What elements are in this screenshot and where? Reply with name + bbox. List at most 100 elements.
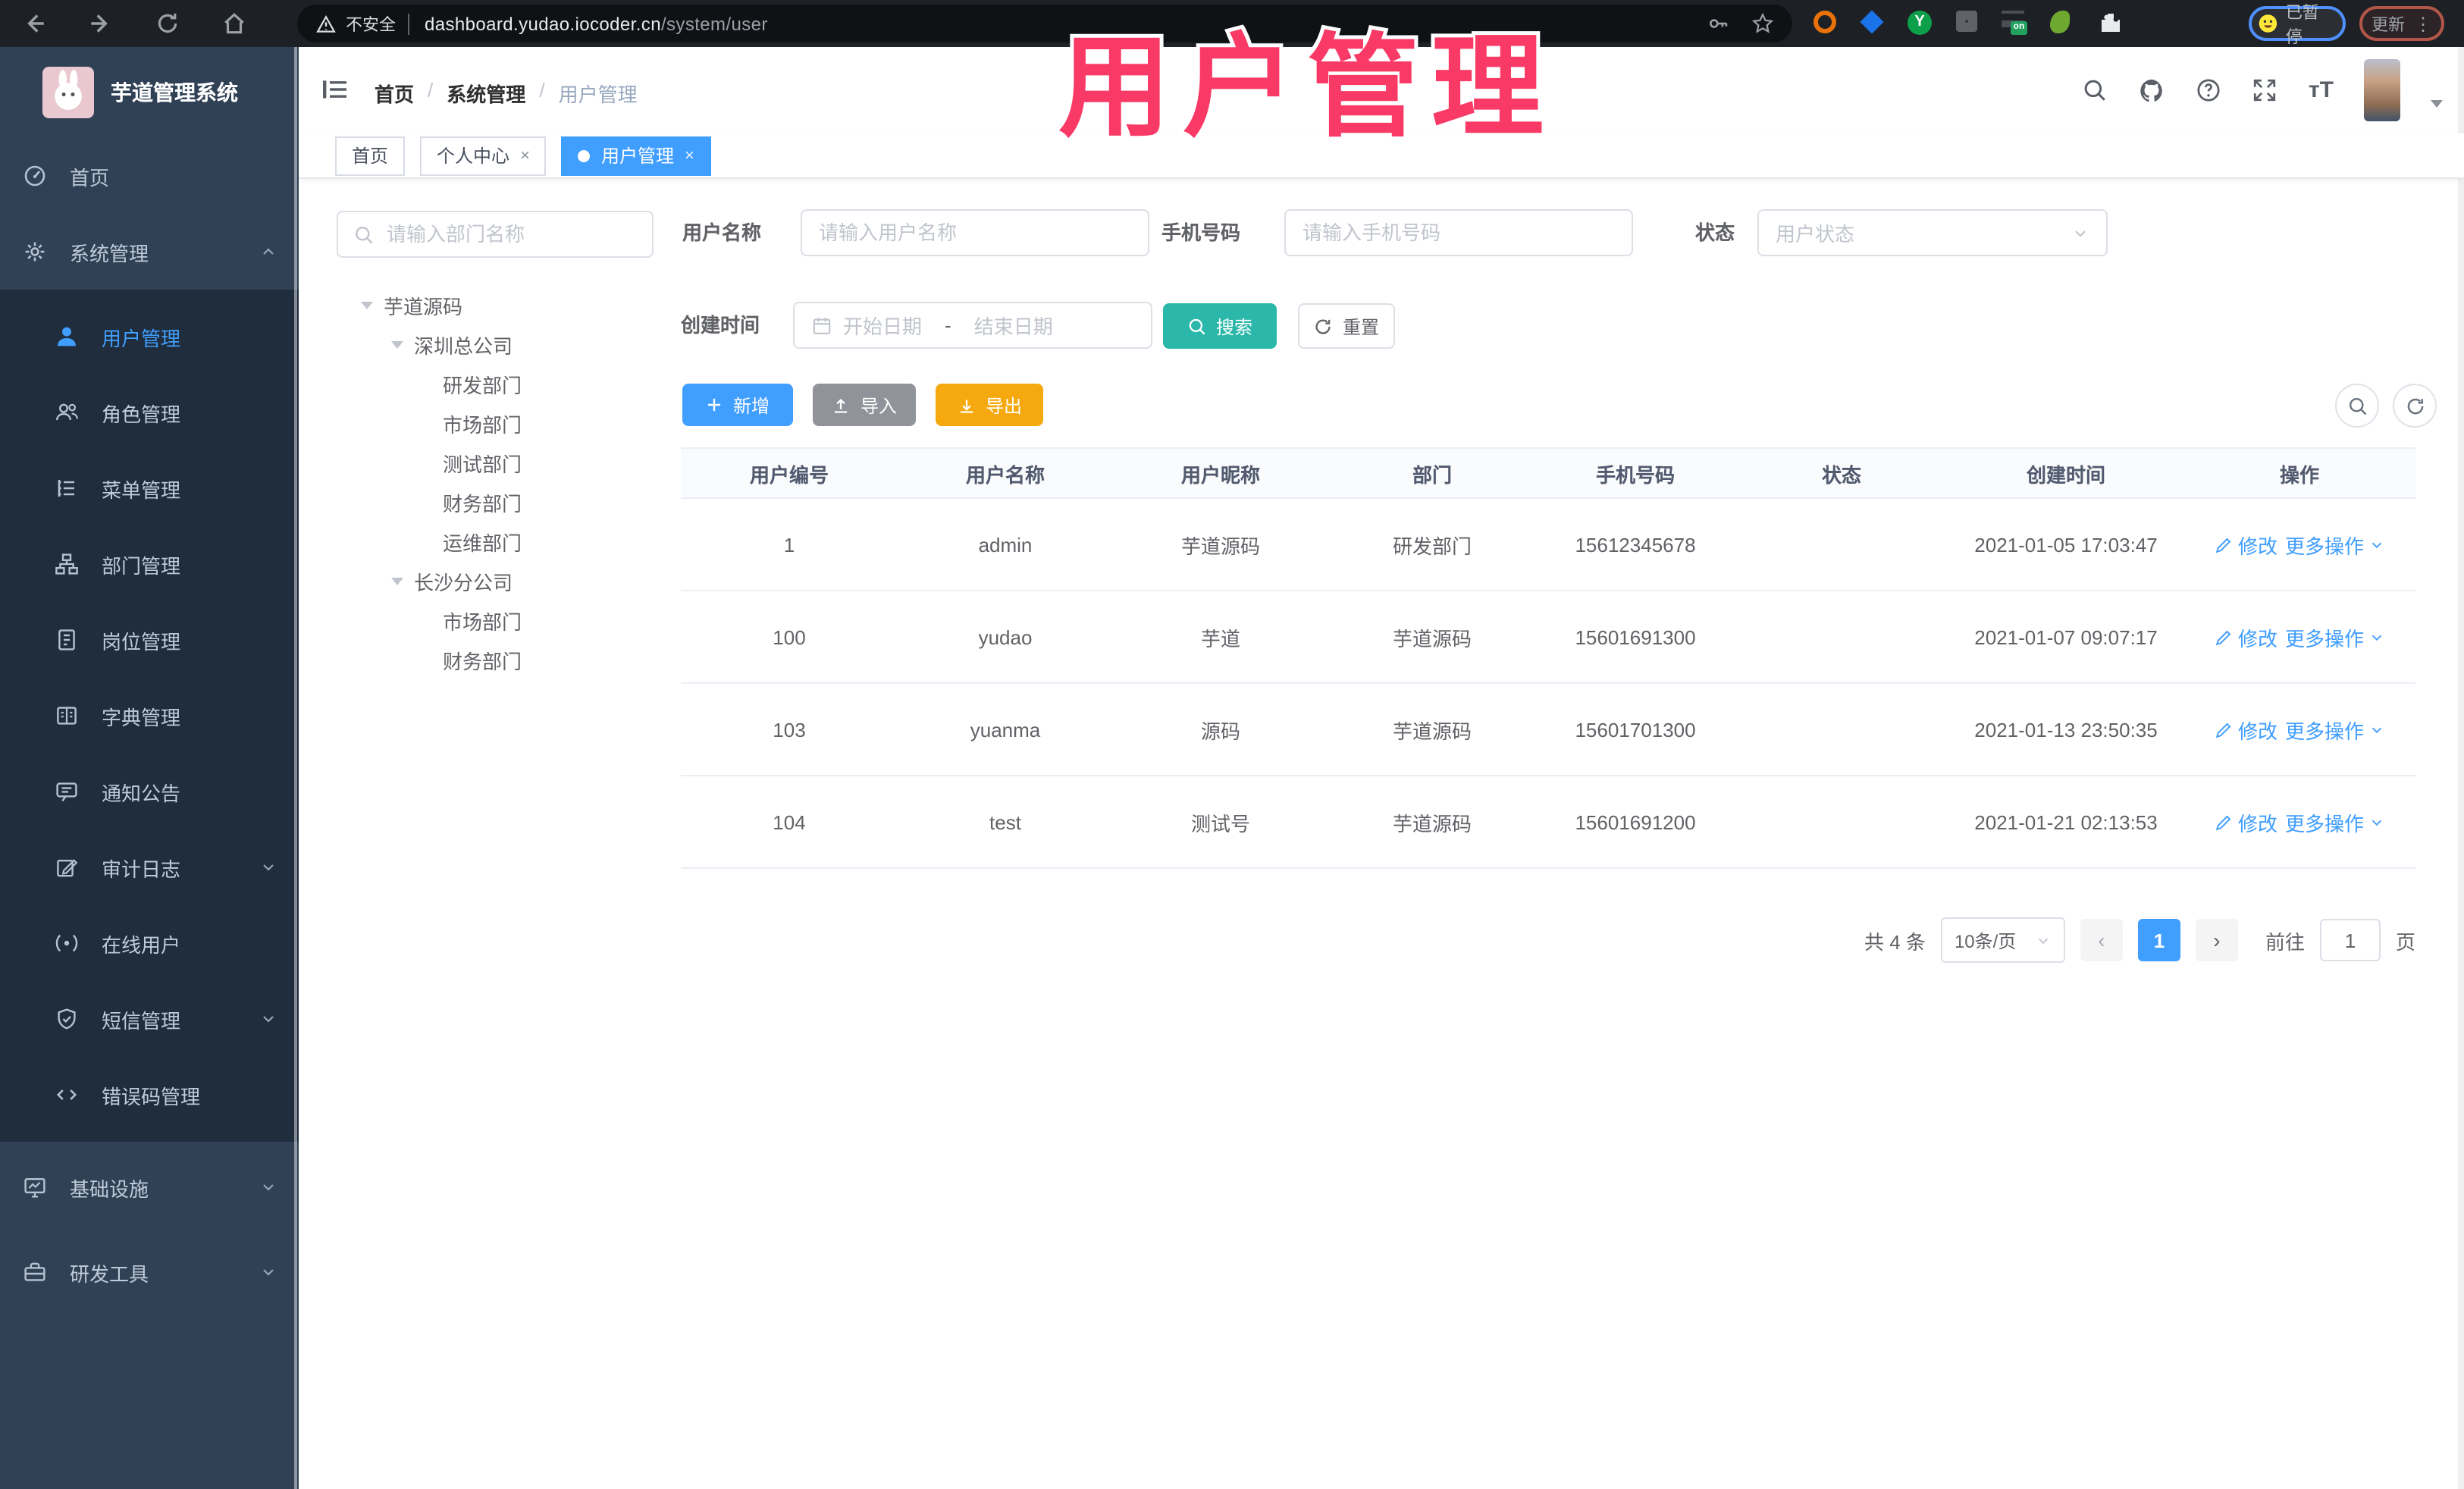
app-logo-row[interactable]: 芋道管理系统 bbox=[0, 47, 299, 138]
tree-node-market-dept2[interactable]: 市场部门 bbox=[337, 600, 678, 640]
extension-grid-icon[interactable] bbox=[1956, 11, 1977, 32]
sidebar-item-post-mgmt[interactable]: 岗位管理 bbox=[0, 602, 299, 678]
bookmark-star-icon[interactable] bbox=[1751, 12, 1774, 35]
tree-node-root[interactable]: 芋道源码 bbox=[337, 285, 678, 324]
username-field[interactable] bbox=[801, 209, 1149, 256]
current-page-button[interactable]: 1 bbox=[2137, 919, 2180, 961]
browser-reload-icon[interactable] bbox=[155, 11, 180, 36]
browser-profile-chip[interactable]: 已暂停 bbox=[2249, 4, 2346, 46]
prev-page-button[interactable]: ‹ bbox=[2080, 919, 2123, 961]
breadcrumb-system[interactable]: 系统管理 bbox=[447, 79, 525, 108]
sidebar-item-audit-log[interactable]: 审计日志 bbox=[0, 829, 299, 905]
tab-home[interactable]: 首页 bbox=[335, 136, 406, 175]
tree-node-shenzhen[interactable]: 深圳总公司 bbox=[337, 324, 678, 364]
help-icon[interactable] bbox=[2196, 77, 2222, 103]
cell-mobile: 15612345678 bbox=[1575, 533, 1696, 556]
reset-button[interactable]: 重置 bbox=[1298, 303, 1395, 349]
dept-search-input[interactable] bbox=[387, 223, 614, 246]
sidebar-item-system[interactable]: 系统管理 bbox=[0, 214, 299, 290]
tab-close-icon[interactable]: × bbox=[520, 146, 530, 165]
edit-link[interactable]: 修改 bbox=[2214, 715, 2277, 744]
browser-back-icon[interactable] bbox=[21, 11, 47, 36]
sidebar-item-label: 错误码管理 bbox=[102, 1085, 201, 1108]
sidebar-scrollbar[interactable] bbox=[294, 47, 297, 1489]
dept-search-box[interactable] bbox=[337, 211, 654, 258]
cell-username: admin bbox=[978, 533, 1033, 556]
tree-expand-icon[interactable] bbox=[391, 340, 403, 348]
tree-expand-icon[interactable] bbox=[391, 577, 403, 585]
edit-link[interactable]: 修改 bbox=[2214, 530, 2277, 559]
avatar-caret-down-icon[interactable] bbox=[2431, 100, 2443, 108]
fullscreen-icon[interactable] bbox=[2252, 77, 2278, 103]
tab-close-icon[interactable]: × bbox=[685, 146, 694, 165]
browser-update-button[interactable]: 更新 ⋮ bbox=[2359, 6, 2444, 41]
sidebar-item-online-users[interactable]: 在线用户 bbox=[0, 905, 299, 981]
extensions-puzzle-icon[interactable] bbox=[2099, 11, 2123, 35]
tree-node-ops-dept[interactable]: 运维部门 bbox=[337, 522, 678, 561]
more-actions-link[interactable]: 更多操作 bbox=[2285, 530, 2385, 559]
tree-node-test-dept[interactable]: 测试部门 bbox=[337, 443, 678, 482]
more-actions-link[interactable]: 更多操作 bbox=[2285, 715, 2385, 744]
sidebar-item-dict-mgmt[interactable]: 字典管理 bbox=[0, 678, 299, 754]
tree-node-rd-dept[interactable]: 研发部门 bbox=[337, 364, 678, 403]
tree-expand-icon[interactable] bbox=[361, 301, 373, 309]
toggle-search-button[interactable] bbox=[2335, 384, 2379, 428]
sidebar-item-notice[interactable]: 通知公告 bbox=[0, 754, 299, 829]
more-actions-link[interactable]: 更多操作 bbox=[2285, 622, 2385, 651]
extension-tampermonkey-icon[interactable]: on bbox=[2002, 11, 2027, 35]
browser-forward-icon[interactable] bbox=[88, 11, 114, 36]
export-button[interactable]: 导出 bbox=[936, 384, 1043, 426]
mobile-input[interactable] bbox=[1303, 221, 1615, 244]
sidebar-item-infrastructure[interactable]: 基础设施 bbox=[0, 1149, 299, 1225]
github-icon[interactable] bbox=[2139, 77, 2166, 104]
not-secure-warning-icon bbox=[315, 13, 337, 34]
password-key-icon[interactable] bbox=[1707, 12, 1730, 35]
font-size-icon[interactable]: ᴛT bbox=[2309, 77, 2334, 103]
hamburger-icon[interactable] bbox=[321, 77, 349, 102]
range-separator: - bbox=[945, 314, 951, 337]
end-date-placeholder[interactable]: 结束日期 bbox=[974, 311, 1053, 340]
chevron-down-icon bbox=[259, 1178, 277, 1196]
status-select[interactable]: 用户状态 bbox=[1757, 209, 2108, 256]
tree-node-finance-dept2[interactable]: 财务部门 bbox=[337, 640, 678, 679]
header-search-icon[interactable] bbox=[2083, 77, 2108, 103]
sidebar-item-dev-tools[interactable]: 研发工具 bbox=[0, 1234, 299, 1310]
page-size-select[interactable]: 10条/页 bbox=[1940, 917, 2065, 963]
page-scrollbar[interactable] bbox=[2458, 47, 2464, 1489]
more-actions-link[interactable]: 更多操作 bbox=[2285, 807, 2385, 836]
browser-menu-dots-icon[interactable]: ⋮ bbox=[2414, 13, 2432, 34]
username-input[interactable] bbox=[819, 221, 1131, 244]
omnibox-divider bbox=[408, 13, 409, 34]
sidebar-item-user-mgmt[interactable]: 用户管理 bbox=[0, 299, 299, 375]
tree-node-finance-dept[interactable]: 财务部门 bbox=[337, 482, 678, 522]
sidebar-item-menu-mgmt[interactable]: 菜单管理 bbox=[0, 450, 299, 526]
search-button[interactable]: 搜索 bbox=[1163, 303, 1277, 349]
edit-link[interactable]: 修改 bbox=[2214, 622, 2277, 651]
tab-profile[interactable]: 个人中心 × bbox=[420, 136, 547, 175]
tab-user-mgmt[interactable]: 用户管理 × bbox=[561, 136, 711, 175]
tree-node-changsha[interactable]: 长沙分公司 bbox=[337, 561, 678, 600]
extension-leaf-icon[interactable] bbox=[2050, 11, 2070, 33]
edit-link[interactable]: 修改 bbox=[2214, 807, 2277, 836]
sidebar-item-sms-mgmt[interactable]: 短信管理 bbox=[0, 981, 299, 1057]
extension-orange-icon[interactable] bbox=[1814, 11, 1836, 33]
start-date-placeholder[interactable]: 开始日期 bbox=[843, 311, 922, 340]
address-bar[interactable]: 不安全 dashboard.yudao.iocoder.cn/system/us… bbox=[297, 5, 1792, 42]
sidebar-item-dept-mgmt[interactable]: 部门管理 bbox=[0, 526, 299, 602]
extension-gem-icon[interactable] bbox=[1860, 10, 1884, 34]
sidebar-item-error-code[interactable]: 错误码管理 bbox=[0, 1057, 299, 1133]
date-range-picker[interactable]: 开始日期 - 结束日期 bbox=[793, 302, 1152, 349]
sidebar-item-role-mgmt[interactable]: 角色管理 bbox=[0, 375, 299, 450]
user-avatar[interactable] bbox=[2364, 59, 2400, 121]
browser-home-icon[interactable] bbox=[221, 11, 247, 36]
tree-node-market-dept[interactable]: 市场部门 bbox=[337, 403, 678, 443]
refresh-table-button[interactable] bbox=[2393, 384, 2437, 428]
next-page-button[interactable]: › bbox=[2195, 919, 2238, 961]
import-button[interactable]: 导入 bbox=[813, 384, 916, 426]
extension-green-icon[interactable]: Y bbox=[1908, 11, 1932, 35]
add-button[interactable]: 新增 bbox=[682, 384, 793, 426]
sidebar-item-home[interactable]: 首页 bbox=[0, 138, 299, 214]
breadcrumb-home[interactable]: 首页 bbox=[375, 79, 414, 108]
mobile-field[interactable] bbox=[1284, 209, 1633, 256]
goto-page-input[interactable] bbox=[2319, 919, 2381, 961]
